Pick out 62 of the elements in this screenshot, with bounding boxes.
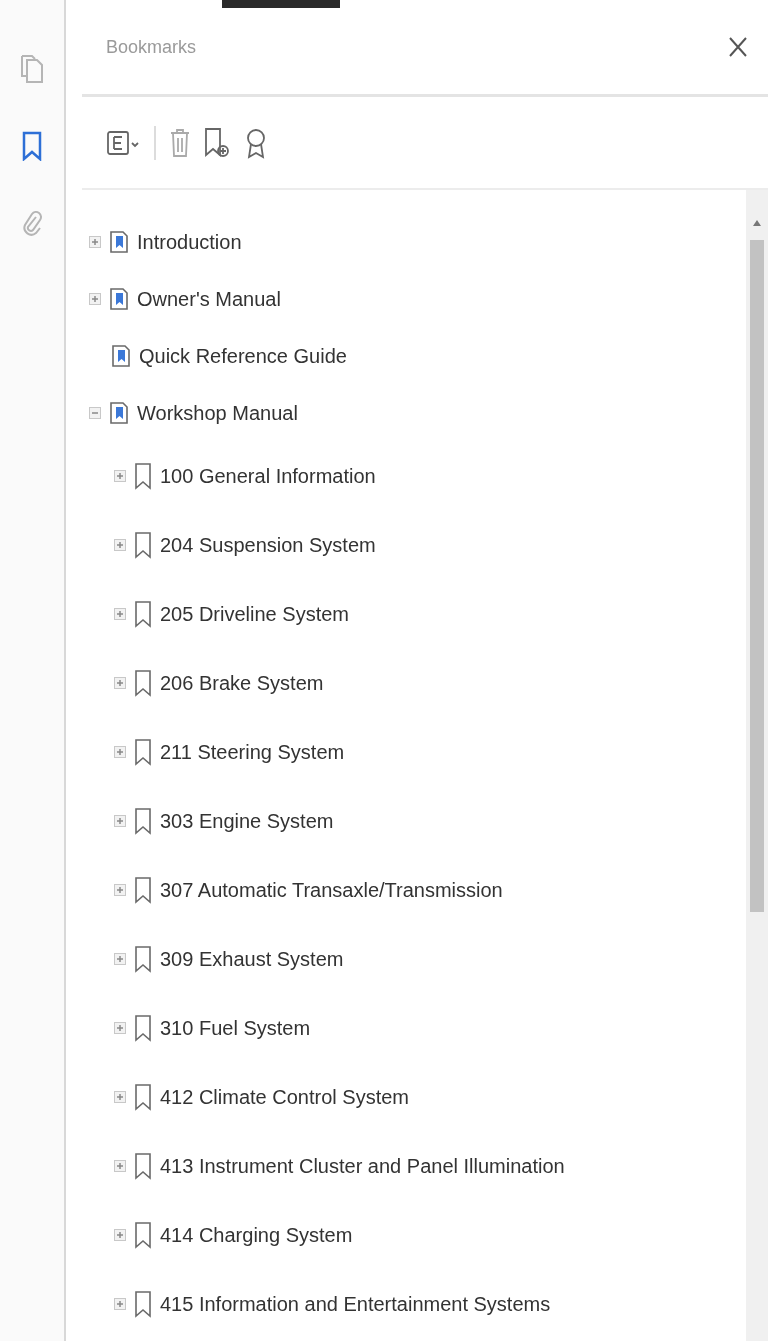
bookmark-icon	[134, 668, 152, 697]
bookmark-label[interactable]: 100 General Information	[160, 460, 376, 491]
bookmark-label[interactable]: 307 Automatic Transaxle/Transmission	[160, 874, 503, 905]
document-bookmark-icon	[109, 286, 129, 311]
collapse-icon[interactable]	[89, 406, 101, 419]
bookmark-icon	[134, 599, 152, 628]
bookmark-label[interactable]: Workshop Manual	[137, 397, 298, 428]
bookmark-icon	[134, 1289, 152, 1318]
bookmark-icon	[134, 1082, 152, 1111]
bookmark-label[interactable]: 211 Steering System	[160, 736, 345, 767]
bookmark-label[interactable]: 204 Suspension System	[160, 529, 376, 560]
expand-icon[interactable]	[114, 745, 126, 758]
bookmark-label[interactable]: 414 Charging System	[160, 1219, 353, 1250]
options-menu-icon[interactable]	[106, 128, 140, 157]
expand-icon[interactable]	[114, 607, 126, 620]
bookmark-label[interactable]: Introduction	[137, 226, 242, 257]
bookmark-label[interactable]: 303 Engine System	[160, 805, 334, 836]
expand-icon[interactable]	[89, 235, 101, 248]
bookmark-icon	[134, 1220, 152, 1249]
bookmark-icon	[134, 1151, 152, 1180]
expand-icon[interactable]	[114, 469, 126, 482]
expand-icon[interactable]	[114, 1297, 126, 1310]
bookmark-label[interactable]: 310 Fuel System	[160, 1012, 311, 1043]
scrollbar-thumb[interactable]	[750, 240, 764, 912]
bookmark-label[interactable]: 412 Climate Control System	[160, 1081, 409, 1112]
expand-icon[interactable]	[89, 292, 101, 305]
expand-icon[interactable]	[114, 952, 126, 965]
expand-icon[interactable]	[114, 676, 126, 689]
bookmark-icon	[134, 875, 152, 904]
bookmark-label[interactable]: 206 Brake System	[160, 667, 324, 698]
bookmark-label[interactable]: 415 Information and Entertainment Systems	[160, 1288, 551, 1319]
bookmark-icon	[134, 461, 152, 490]
expand-icon[interactable]	[114, 1090, 126, 1103]
trash-icon[interactable]	[170, 127, 190, 158]
bookmark-icon[interactable]	[22, 131, 42, 161]
new-bookmark-icon[interactable]	[204, 126, 230, 159]
expand-icon[interactable]	[114, 1159, 126, 1172]
bookmark-icon	[134, 530, 152, 559]
bookmark-label[interactable]: 309 Exhaust System	[160, 943, 344, 974]
bookmark-icon	[134, 1013, 152, 1042]
bookmark-label[interactable]: Owner's Manual	[137, 283, 281, 314]
bookmark-label[interactable]: Quick Reference Guide	[139, 340, 347, 371]
document-bookmark-icon	[109, 229, 129, 254]
expand-icon[interactable]	[114, 883, 126, 896]
scroll-up-icon[interactable]	[753, 220, 761, 226]
scrollbar[interactable]	[746, 190, 768, 1341]
bookmark-icon	[134, 944, 152, 973]
bookmark-label[interactable]: 413 Instrument Cluster and Panel Illumination	[160, 1150, 565, 1181]
expand-icon[interactable]	[114, 1021, 126, 1034]
document-bookmark-icon	[111, 343, 131, 368]
bookmark-label[interactable]: 205 Driveline System	[160, 598, 349, 629]
panel-title: Bookmarks	[106, 35, 197, 59]
document-bookmark-icon	[109, 400, 129, 425]
bookmark-icon	[134, 806, 152, 835]
expand-icon[interactable]	[114, 814, 126, 827]
expand-icon[interactable]	[114, 538, 126, 551]
ribbon-icon[interactable]	[244, 126, 268, 159]
paperclip-icon[interactable]	[22, 209, 42, 237]
pages-icon[interactable]	[21, 55, 43, 83]
close-icon[interactable]	[728, 36, 748, 58]
bookmark-icon	[134, 737, 152, 766]
expand-icon[interactable]	[114, 1228, 126, 1241]
